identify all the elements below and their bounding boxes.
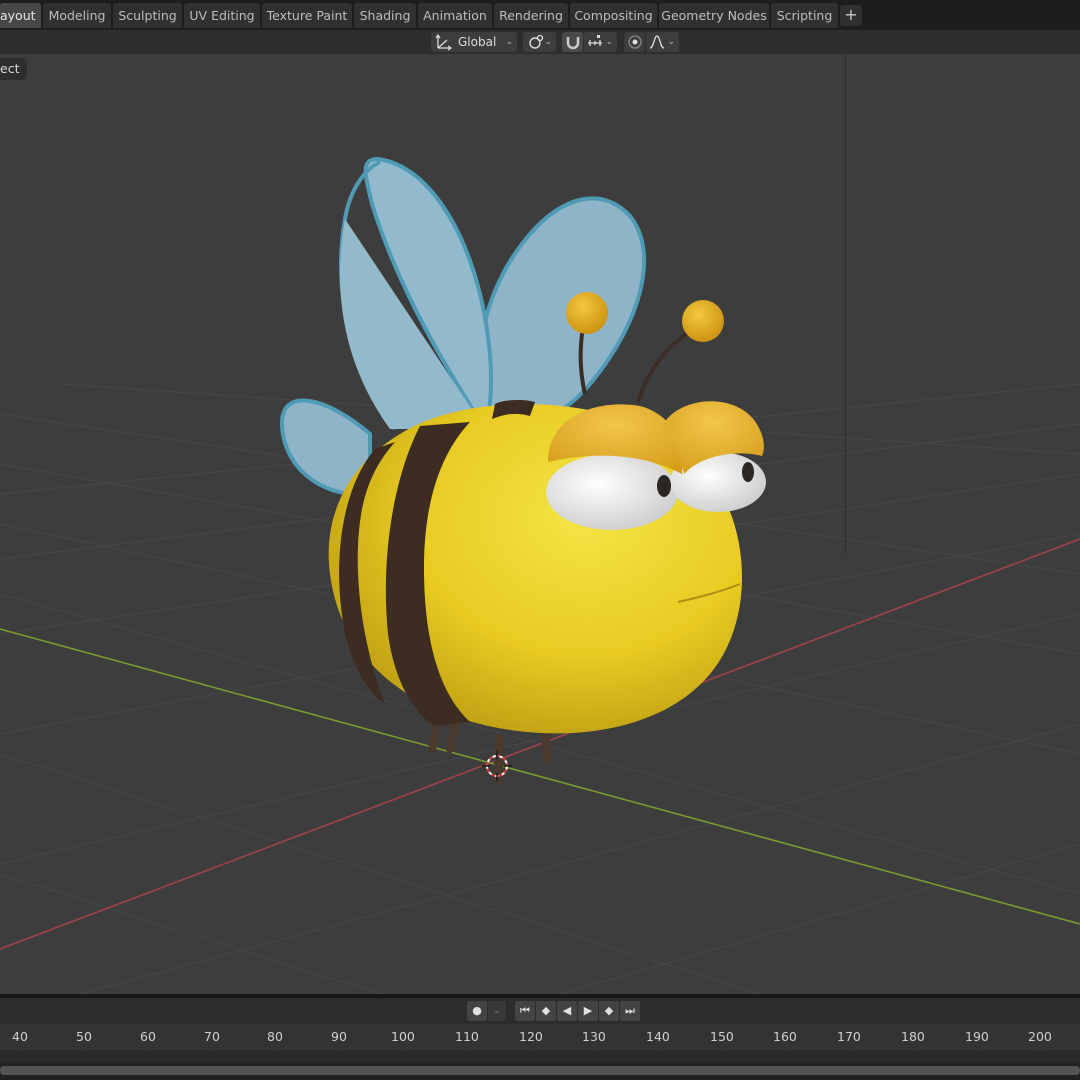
proportional-edit-toggle[interactable] — [624, 32, 645, 52]
record-icon[interactable]: ● — [467, 1001, 487, 1021]
orientation-value: Global — [458, 35, 497, 49]
jump-start-icon[interactable]: ⏮ — [515, 1001, 535, 1021]
snap-toggle[interactable] — [562, 32, 583, 52]
add-workspace-button[interactable]: + — [840, 5, 862, 26]
next-keyframe-icon[interactable]: ◆ — [599, 1001, 619, 1021]
frame-tick: 200 — [1028, 1029, 1052, 1044]
frame-tick: 60 — [140, 1029, 156, 1044]
frame-tick: 190 — [965, 1029, 989, 1044]
play-reverse-icon[interactable]: ◀ — [557, 1001, 577, 1021]
frame-tick: 160 — [773, 1029, 797, 1044]
frame-tick: 40 — [12, 1029, 28, 1044]
snap-target-dropdown[interactable]: ⌄ — [584, 32, 617, 52]
tab-modeling[interactable]: Modeling — [43, 3, 111, 28]
chevron-down-icon: ⌄ — [544, 37, 552, 47]
tab-scripting[interactable]: Scripting — [771, 3, 838, 28]
workspace-tab-bar: ayout Modeling Sculpting UV Editing Text… — [0, 0, 1080, 30]
tab-texture-paint[interactable]: Texture Paint — [262, 3, 352, 28]
pivot-point-dropdown[interactable]: ⌄ — [523, 32, 556, 52]
area-separator[interactable] — [845, 54, 846, 554]
frame-tick: 140 — [646, 1029, 670, 1044]
tab-layout[interactable]: ayout — [0, 3, 41, 28]
tab-compositing[interactable]: Compositing — [570, 3, 657, 28]
proportional-falloff-dropdown[interactable]: ⌄ — [646, 32, 679, 52]
frame-tick: 50 — [76, 1029, 92, 1044]
timeline-keyframe-area[interactable] — [0, 1050, 1080, 1065]
frame-tick: 150 — [710, 1029, 734, 1044]
timeline-frame-ruler[interactable]: 40 50 60 70 80 90 100 110 120 130 140 15… — [0, 1024, 1080, 1050]
tab-animation[interactable]: Animation — [418, 3, 492, 28]
frame-tick: 130 — [582, 1029, 606, 1044]
transform-orientation-dropdown[interactable]: Global ⌄ — [431, 32, 517, 52]
chevron-down-icon: ⌄ — [667, 37, 675, 47]
chevron-down-icon: ⌄ — [505, 37, 513, 47]
frame-tick: 110 — [455, 1029, 479, 1044]
timeline-header: ● ⌄ ⏮ ◆ ◀ ▶ ◆ ⏭ — [0, 998, 1080, 1024]
frame-tick: 100 — [391, 1029, 415, 1044]
tab-geometry-nodes[interactable]: Geometry Nodes — [659, 3, 769, 28]
timeline-scrollbar[interactable] — [0, 1062, 1080, 1080]
jump-end-icon[interactable]: ⏭ — [620, 1001, 640, 1021]
tab-uv-editing[interactable]: UV Editing — [184, 3, 260, 28]
scrollbar-thumb[interactable] — [0, 1066, 1080, 1075]
viewport-header: Global ⌄ ⌄ ⌄ ⌄ — [0, 30, 1080, 54]
chevron-down-icon[interactable]: ⌄ — [488, 1001, 506, 1021]
tab-shading[interactable]: Shading — [354, 3, 416, 28]
tab-rendering[interactable]: Rendering — [494, 3, 568, 28]
frame-tick: 70 — [204, 1029, 220, 1044]
viewport-scene — [0, 156, 1080, 994]
chevron-down-icon: ⌄ — [605, 37, 613, 47]
frame-tick: 120 — [519, 1029, 543, 1044]
frame-tick: 170 — [837, 1029, 861, 1044]
tab-sculpting[interactable]: Sculpting — [113, 3, 182, 28]
bee-model — [279, 156, 766, 784]
3d-viewport[interactable]: ect — [0, 54, 1080, 994]
play-icon[interactable]: ▶ — [578, 1001, 598, 1021]
frame-tick: 180 — [901, 1029, 925, 1044]
frame-tick: 80 — [267, 1029, 283, 1044]
frame-tick: 90 — [331, 1029, 347, 1044]
object-mode-label[interactable]: ect — [0, 58, 28, 80]
prev-keyframe-icon[interactable]: ◆ — [536, 1001, 556, 1021]
